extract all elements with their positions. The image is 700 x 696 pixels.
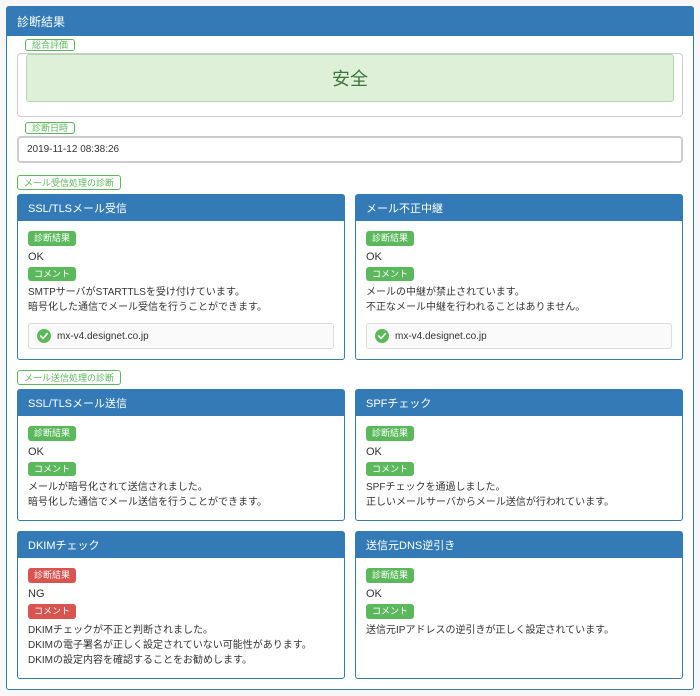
card-grid: SSL/TLSメール受信診断結果 OK コメント SMTPサーバがSTARTTLSを受…	[17, 194, 683, 360]
card-heading: SSL/TLSメール送信	[18, 390, 344, 416]
main-body: 総合評価 安全 診断日時 2019-11-12 08:38:26 メール受信処理…	[7, 36, 693, 689]
check-icon	[375, 329, 389, 343]
result-label: 診断結果	[366, 426, 414, 441]
overall-label: 総合評価	[25, 39, 75, 51]
diagnosis-section: メール受信処理の診断 SSL/TLSメール受信診断結果 OK コメント SMTPサーバが…	[17, 175, 683, 360]
card-heading: SSL/TLSメール受信	[18, 195, 344, 221]
comment-text: メールが暗号化されて送信されました。暗号化した通信でメール送信を行うことができま…	[28, 480, 334, 510]
card-body: 診断結果 OK コメント SPFチェックを通過しました。正しいメールサーバからメール送…	[356, 416, 682, 520]
host-pill[interactable]: mx-v4.designet.co.jp	[28, 323, 334, 349]
result-label: 診断結果	[28, 568, 76, 583]
comment-label: コメント	[366, 267, 414, 282]
result-label: 診断結果	[366, 568, 414, 583]
status-text: OK	[366, 588, 672, 600]
card-heading: 送信元DNS逆引き	[356, 532, 682, 558]
result-label: 診断結果	[366, 231, 414, 246]
status-text: OK	[366, 251, 672, 263]
comment-text: 送信元IPアドレスの逆引きが正しく設定されています。	[366, 623, 672, 638]
diagnosis-card: SSL/TLSメール送信診断結果 OK コメントメールが暗号化されて送信されました。…	[17, 389, 345, 521]
status-text: OK	[28, 446, 334, 458]
status-text: OK	[28, 251, 334, 263]
comment-label: コメント	[366, 462, 414, 477]
status-text: OK	[366, 446, 672, 458]
comment-text: メールの中継が禁止されています。不正なメール中継を行われることはありません。	[366, 285, 672, 315]
overall-group: 安全	[17, 53, 683, 117]
main-panel: 診断結果 総合評価 安全 診断日時 2019-11-12 08:38:26 メー…	[6, 6, 694, 690]
diagnosis-card: 送信元DNS逆引き診断結果 OK コメント送信元IPアドレスの逆引きが正しく設定され…	[355, 531, 683, 678]
result-label: 診断結果	[28, 426, 76, 441]
status-text: NG	[28, 588, 334, 600]
comment-text: DKIMチェックが不正と判断されました。DKIMの電子署名が正しく設定されていな…	[28, 623, 334, 668]
comment-label: コメント	[28, 462, 76, 477]
comment-text: SMTPサーバがSTARTTLSを受け付けています。暗号化した通信でメール受信を…	[28, 285, 334, 315]
card-body: 診断結果 OK コメントメールが暗号化されて送信されました。暗号化した通信でメール送…	[18, 416, 344, 520]
card-body: 診断結果 OK コメント SMTPサーバがSTARTTLSを受け付けています。暗号化し…	[18, 221, 344, 359]
datetime-label: 診断日時	[25, 122, 75, 134]
diagnosis-card: DKIMチェック診断結果 NG コメント DKIMチェックが不正と判断されました。DK…	[17, 531, 345, 678]
host-name: mx-v4.designet.co.jp	[57, 331, 149, 342]
section-title: メール送信処理の診断	[17, 370, 121, 385]
overall-status: 安全	[26, 54, 674, 102]
diagnosis-section: メール送信処理の診断SSL/TLSメール送信診断結果OKコメントメールが暗号化さ…	[17, 370, 683, 678]
comment-label: コメント	[28, 267, 76, 282]
card-body: 診断結果 OK コメント送信元IPアドレスの逆引きが正しく設定されています。	[356, 558, 682, 647]
comment-label: コメント	[28, 604, 76, 619]
card-heading: SPFチェック	[356, 390, 682, 416]
result-label: 診断結果	[28, 231, 76, 246]
card-heading: DKIMチェック	[18, 532, 344, 558]
comment-text: SPFチェックを通過しました。正しいメールサーバからメール送信が行われています。	[366, 480, 672, 510]
check-icon	[37, 329, 51, 343]
page-title: 診断結果	[7, 7, 693, 36]
host-pill[interactable]: mx-v4.designet.co.jp	[366, 323, 672, 349]
card-body: 診断結果 NG コメント DKIMチェックが不正と判断されました。DKIMの電子署名が…	[18, 558, 344, 677]
card-heading: メール不正中継	[356, 195, 682, 221]
datetime-group: 2019-11-12 08:38:26	[17, 136, 683, 163]
section-title: メール受信処理の診断	[17, 175, 121, 190]
card-grid: SSL/TLSメール送信診断結果OKコメントメールが暗号化されて送信されました。…	[17, 389, 683, 678]
diagnosis-card: SSL/TLSメール受信診断結果 OK コメント SMTPサーバがSTARTTLSを受…	[17, 194, 345, 360]
comment-label: コメント	[366, 604, 414, 619]
host-name: mx-v4.designet.co.jp	[395, 331, 487, 342]
card-body: 診断結果 OK コメントメールの中継が禁止されています。不正なメール中継を行われるこ…	[356, 221, 682, 359]
diagnosis-datetime: 2019-11-12 08:38:26	[18, 137, 682, 162]
diagnosis-card: SPFチェック診断結果 OK コメント SPFチェックを通過しました。正しいメールサー…	[355, 389, 683, 521]
diagnosis-card: メール不正中継診断結果 OK コメントメールの中継が禁止されています。不正なメール中…	[355, 194, 683, 360]
